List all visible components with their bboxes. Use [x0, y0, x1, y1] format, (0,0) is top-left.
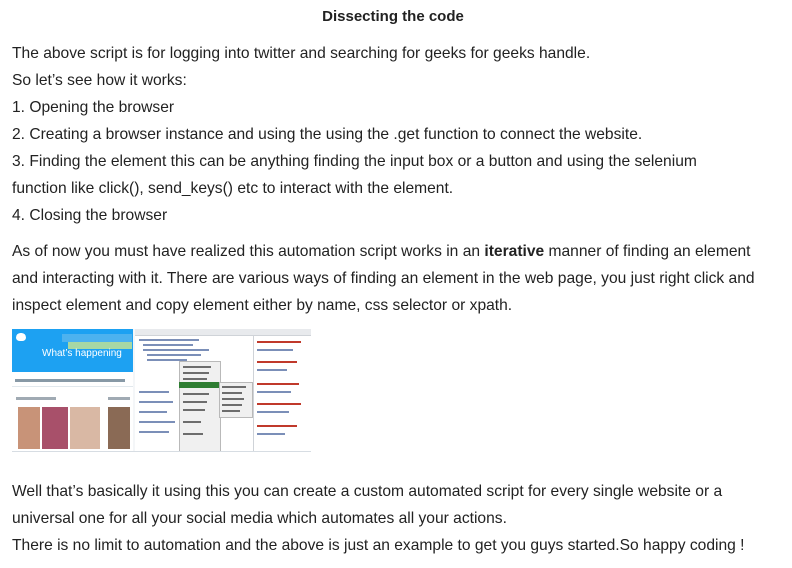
css-rule-line	[257, 403, 301, 405]
context-menu-item	[183, 433, 203, 435]
step-item: 4. Closing the browser	[12, 207, 168, 224]
twitter-category-nav	[12, 376, 133, 387]
conclusion-line: There is no limit to automation and the …	[12, 537, 745, 554]
news-thumbnail	[18, 407, 40, 449]
emphasis-text: iterative	[484, 243, 545, 260]
dom-code-line	[143, 344, 193, 346]
copy-submenu-item	[222, 392, 242, 394]
twitter-bird-icon	[16, 333, 26, 341]
context-menu-item	[183, 372, 209, 374]
context-menu-item	[183, 378, 207, 380]
dom-code-line	[139, 421, 175, 423]
twitter-headline: What’s happening	[42, 348, 122, 359]
article-title: Dissecting the code	[322, 8, 464, 25]
explanation-line: As of now you must have realized this au…	[12, 238, 782, 265]
news-thumbnail	[70, 407, 100, 449]
context-menu-item	[183, 409, 205, 411]
dom-code-line	[139, 401, 173, 403]
css-rule-line	[257, 361, 297, 363]
dom-code-line	[143, 349, 209, 351]
styles-pane-divider	[253, 335, 254, 451]
twitter-header-banner: What’s happening	[12, 329, 133, 372]
css-rule-line	[257, 383, 299, 385]
css-rule-line	[257, 341, 301, 343]
dom-code-line	[139, 339, 199, 341]
css-rule-line	[257, 411, 289, 413]
explanation-paragraph: As of now you must have realized this au…	[12, 238, 782, 319]
conclusion-paragraph: Well that’s basically it using this you …	[12, 478, 782, 559]
intro-paragraph: The above script is for logging into twi…	[12, 40, 782, 229]
explanation-line: inspect element and copy element either …	[12, 297, 513, 314]
signup-bar	[62, 334, 132, 342]
news-thumbnail	[42, 407, 68, 449]
explanation-line: and interacting with it. There are vario…	[12, 270, 755, 287]
devtools-toolbar	[135, 329, 311, 336]
context-menu-item	[183, 366, 211, 368]
dom-code-line	[139, 391, 169, 393]
context-menu-item	[183, 393, 209, 395]
copy-menu-item-selected	[179, 382, 219, 388]
copy-submenu-item	[222, 404, 242, 406]
copy-submenu-item	[222, 386, 246, 388]
context-menu-item	[183, 421, 201, 423]
copy-submenu-item	[222, 410, 240, 412]
explanation-text: manner of finding an element	[544, 243, 751, 260]
inspect-element-screenshot: What’s happening	[12, 329, 311, 452]
conclusion-line: Well that’s basically it using this you …	[12, 483, 723, 500]
step-item: 1. Opening the browser	[12, 99, 175, 116]
section-label-bar	[108, 397, 130, 400]
conclusion-line: universal one for all your social media …	[12, 510, 507, 527]
context-menu-item	[183, 401, 207, 403]
css-rule-line	[257, 425, 297, 427]
context-menu	[179, 361, 221, 451]
css-rule-line	[257, 391, 291, 393]
copy-submenu-item	[222, 398, 244, 400]
step-item: 3. Finding the element this can be anyth…	[12, 153, 697, 170]
dom-code-line	[139, 411, 167, 413]
section-label-bar	[16, 397, 56, 400]
css-rule-line	[257, 433, 285, 435]
devtools-panel-preview	[135, 329, 311, 451]
css-rule-line	[257, 369, 287, 371]
nav-items-bar	[15, 379, 125, 382]
news-thumbnail	[108, 407, 130, 449]
twitter-page-preview: What’s happening	[12, 329, 133, 451]
css-rule-line	[257, 349, 293, 351]
step-item-continued: function like click(), send_keys() etc t…	[12, 180, 454, 197]
dom-code-line	[147, 354, 201, 356]
explanation-text: As of now you must have realized this au…	[12, 243, 485, 260]
intro-line: The above script is for logging into twi…	[12, 45, 591, 62]
intro-line: So let’s see how it works:	[12, 72, 187, 89]
dom-code-line	[139, 431, 169, 433]
step-item: 2. Creating a browser instance and using…	[12, 126, 643, 143]
